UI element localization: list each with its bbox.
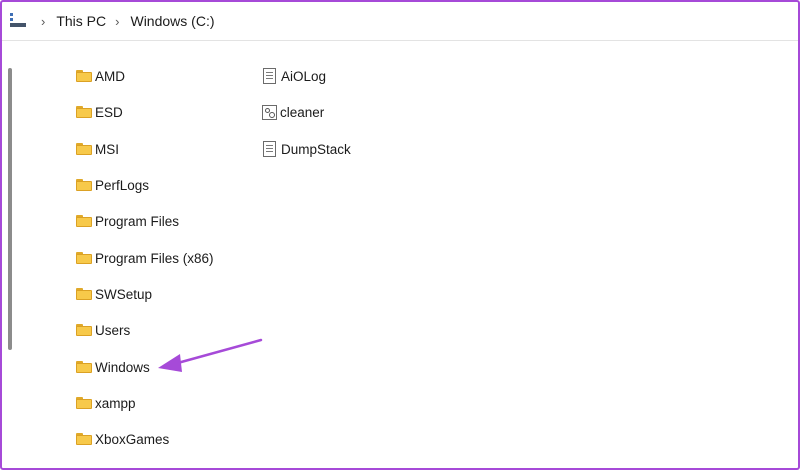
folder-icon (76, 252, 92, 264)
item-label: PerfLogs (95, 177, 150, 193)
folder-icon (76, 433, 92, 445)
list-item[interactable]: Program Files (76, 211, 179, 231)
text-file-icon (263, 68, 276, 84)
chevron-right-icon[interactable]: › (41, 14, 45, 29)
item-label: Program Files (95, 213, 180, 229)
list-item[interactable]: Program Files (x86) (76, 248, 214, 268)
folder-icon (76, 288, 92, 300)
item-label: cleaner (280, 104, 325, 120)
breadcrumb: › This PC › Windows (C:) (2, 2, 798, 41)
annotation-arrow-shaft (172, 338, 263, 366)
list-item[interactable]: AiOLog (263, 66, 326, 86)
item-label: Program Files (x86) (95, 250, 214, 266)
item-label: AiOLog (281, 68, 327, 84)
item-label: AMD (95, 68, 125, 84)
folder-icon (76, 70, 92, 82)
folder-icon (76, 179, 92, 191)
this-pc-icon[interactable] (10, 13, 28, 29)
item-label: XboxGames (95, 431, 170, 447)
list-item[interactable]: XboxGames (76, 429, 169, 449)
list-item[interactable]: AMD (76, 66, 125, 86)
folder-icon (76, 106, 92, 118)
file-explorer-window: › This PC › Windows (C:) AMD ESD MSI Per… (0, 0, 800, 470)
folder-icon (76, 324, 92, 336)
breadcrumb-windows-c[interactable]: Windows (C:) (128, 11, 216, 31)
item-label: Users (95, 322, 131, 338)
annotation-arrow (158, 338, 263, 372)
text-file-icon (263, 141, 276, 157)
annotation-arrow-head (158, 354, 182, 372)
folder-icon (76, 397, 92, 409)
chevron-right-icon[interactable]: › (115, 14, 119, 29)
item-label: ESD (95, 104, 123, 120)
item-label: Windows (95, 359, 150, 375)
item-label: xampp (95, 395, 136, 411)
list-item[interactable]: MSI (76, 139, 119, 159)
item-label: MSI (95, 141, 120, 157)
list-item[interactable]: SWSetup (76, 284, 152, 304)
folder-icon (76, 215, 92, 227)
list-item[interactable]: Users (76, 320, 130, 340)
vertical-scrollbar[interactable] (8, 68, 12, 350)
list-item[interactable]: ESD (76, 102, 123, 122)
list-item[interactable]: xampp (76, 393, 136, 413)
list-item[interactable]: cleaner (262, 102, 324, 122)
item-label: SWSetup (95, 286, 153, 302)
breadcrumb-this-pc[interactable]: This PC (54, 11, 108, 31)
list-item-windows[interactable]: Windows (76, 357, 150, 377)
folder-icon (76, 143, 92, 155)
config-file-icon (262, 104, 277, 120)
item-label: DumpStack (281, 141, 351, 157)
list-item[interactable]: PerfLogs (76, 175, 149, 195)
folder-icon (76, 361, 92, 373)
list-item[interactable]: DumpStack (263, 139, 351, 159)
